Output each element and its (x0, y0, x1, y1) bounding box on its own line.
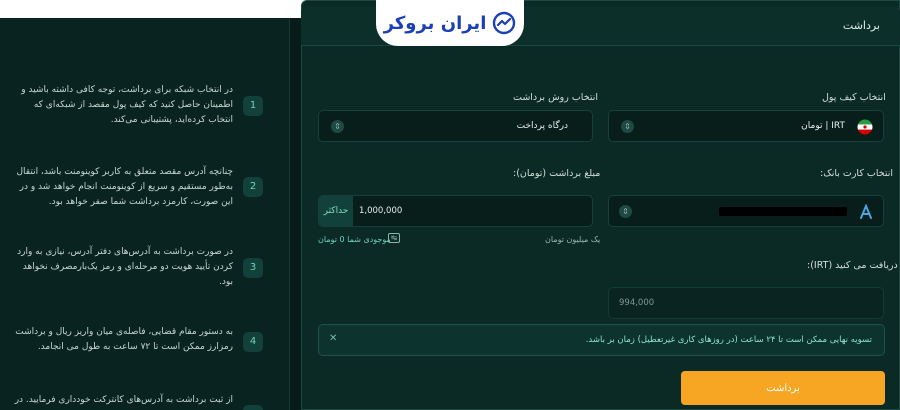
bank-logo-icon (860, 204, 872, 219)
receive-label: دریافت می کنید (IRT): (807, 260, 898, 271)
balance-text: موجودی شما 0 تومان (318, 235, 391, 244)
receive-field: 994,000 (608, 287, 884, 319)
step-text: به دستور مقام قضایی، فاصله‌ی میان واریز … (15, 327, 233, 352)
close-icon[interactable]: ✕ (329, 333, 337, 344)
amount-in-words: یک میلیون تومان (545, 235, 601, 244)
wallet-select[interactable]: ⇕ IRT | تومان (608, 110, 884, 142)
amount-label: مبلغ برداشت (تومان): (513, 168, 601, 179)
step-text: از ثبت برداشت به آدرس‌های کانترکت خوددار… (14, 395, 233, 405)
panel-divider (290, 18, 301, 410)
logo-mark-icon (493, 11, 516, 35)
redacted-card-number (719, 207, 847, 216)
step-number: 5 (243, 405, 263, 410)
chevron-updown-icon: ⇕ (619, 205, 632, 218)
bank-card-select[interactable]: ⇕ (608, 195, 884, 227)
brand-logo[interactable]: ایران بروکر (376, 0, 524, 46)
withdraw-guide-panel: 1 در انتخاب شبکه برای برداشت، توجه کافی … (0, 18, 290, 410)
chevron-updown-icon: ⇕ (621, 120, 634, 133)
step-number: 2 (243, 177, 263, 197)
bank-card-label: انتخاب کارت بانک: (820, 168, 893, 179)
method-select[interactable]: ⇕ درگاه پرداخت (318, 110, 593, 142)
step-number: 3 (243, 258, 263, 278)
amount-field[interactable]: حداکثر 1,000,000 (318, 195, 593, 227)
receive-value: 994,000 (619, 298, 655, 308)
step-number: 4 (243, 332, 263, 352)
amount-value[interactable]: 1,000,000 (359, 206, 402, 216)
settlement-notice: ✕ تسویه نهایی ممکن است تا ۲۴ ساعت (در رو… (318, 324, 885, 356)
method-value: درگاه پرداخت (516, 121, 568, 131)
step-text: چنانچه آدرس مقصد متعلق به کاربر کوینومنت… (16, 167, 233, 207)
step-text: در انتخاب شبکه برای برداشت، توجه کافی دا… (21, 85, 233, 125)
wallet-value: IRT | تومان (801, 121, 845, 131)
step-number: 1 (243, 96, 263, 116)
notice-text: تسویه نهایی ممکن است تا ۲۴ ساعت (در روزه… (585, 335, 872, 345)
page-title: برداشت (842, 19, 880, 32)
withdraw-submit-button[interactable]: برداشت (681, 371, 885, 405)
logo-text: ایران بروکر (383, 12, 487, 34)
method-label: انتخاب روش برداشت (513, 92, 598, 103)
iran-flag-icon (857, 119, 873, 135)
chevron-updown-icon: ⇕ (331, 120, 344, 133)
wallet-label: انتخاب کیف پول (822, 92, 886, 103)
max-button[interactable]: حداکثر (319, 196, 353, 226)
step-text: در صورت برداشت به آدرس‌های دفتر آدرس، نی… (17, 247, 233, 287)
